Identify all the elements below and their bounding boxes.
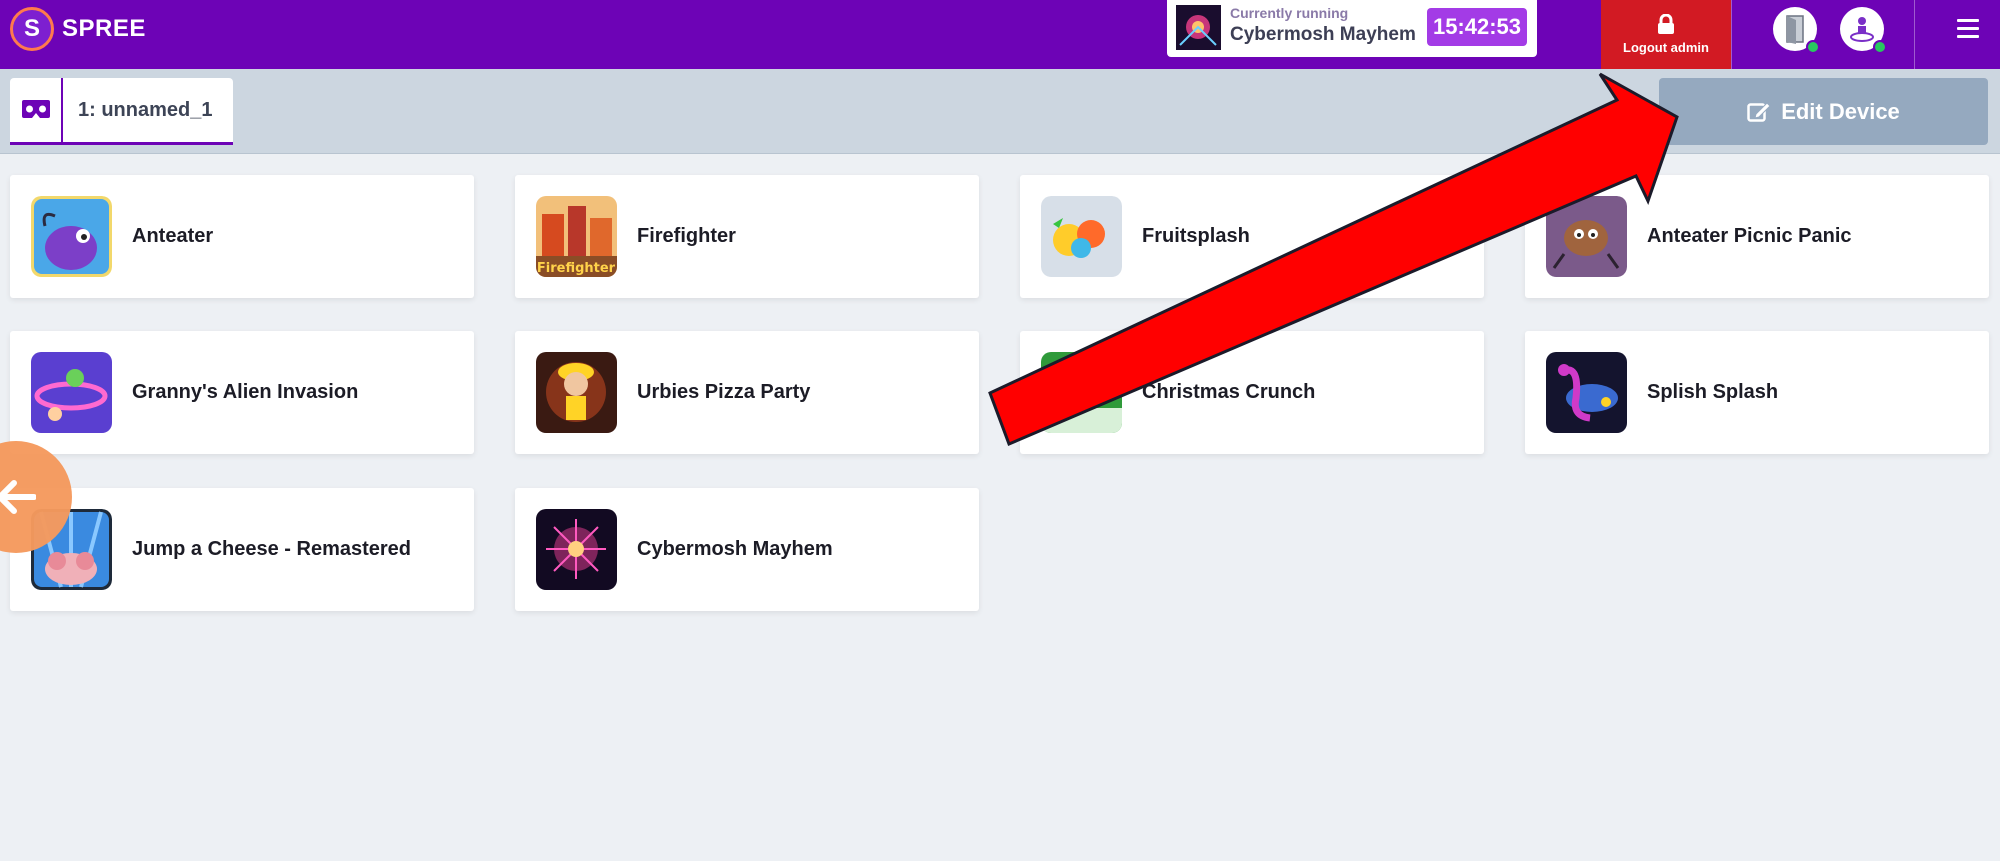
- top-bar: S SPREE Currently running Cybermosh Mayh…: [0, 0, 2000, 69]
- game-card-fruitsplash[interactable]: Fruitsplash: [1020, 175, 1484, 298]
- edit-device-label: Edit Device: [1781, 98, 1900, 124]
- game-thumbnail: [536, 352, 617, 433]
- now-running-game: Cybermosh Mayhem: [1230, 24, 1416, 45]
- brand-name: SPREE: [62, 15, 146, 42]
- now-running-label: Currently running: [1230, 5, 1349, 21]
- edit-icon: [1747, 101, 1771, 122]
- game-card-grannys-alien-invasion[interactable]: Granny's Alien Invasion: [10, 331, 474, 454]
- game-title: Christmas Crunch: [1142, 381, 1316, 403]
- game-thumbnail: [1041, 352, 1122, 433]
- game-title: Cybermosh Mayhem: [637, 538, 833, 560]
- lock-icon: [1658, 14, 1674, 34]
- device-bar: 1: unnamed_1 Edit Device: [0, 69, 2000, 154]
- game-title: Anteater Picnic Panic: [1647, 225, 1852, 247]
- game-card-firefighter[interactable]: Firefighter Firefighter: [515, 175, 979, 298]
- svg-text:Firefighter: Firefighter: [537, 261, 616, 276]
- game-title: Granny's Alien Invasion: [132, 381, 359, 403]
- game-thumbnail: Firefighter: [536, 196, 617, 277]
- logout-label: Logout admin: [1623, 40, 1709, 55]
- logo-badge: S: [10, 7, 54, 51]
- game-title: Anteater: [132, 225, 214, 247]
- game-card-splish-splash[interactable]: Splish Splash: [1525, 331, 1989, 454]
- game-title: Firefighter: [637, 225, 736, 247]
- game-thumbnail: [1041, 196, 1122, 277]
- menu-icon[interactable]: [1950, 10, 1986, 46]
- user-on-platform-icon: [1850, 17, 1874, 42]
- session-timer: 15:42:53: [1427, 8, 1527, 46]
- online-indicator: [1806, 40, 1820, 54]
- game-card-cybermosh-mayhem[interactable]: Cybermosh Mayhem: [515, 488, 979, 611]
- game-card-jump-a-cheese-remastered[interactable]: Jump a Cheese - Remastered: [10, 488, 474, 611]
- spree-logo[interactable]: S SPREE: [10, 7, 146, 51]
- game-card-christmas-crunch[interactable]: Christmas Crunch: [1020, 331, 1484, 454]
- game-thumbnail: [536, 509, 617, 590]
- game-title: Splish Splash: [1647, 381, 1779, 403]
- game-title: Fruitsplash: [1142, 225, 1250, 247]
- now-running-thumbnail: [1176, 5, 1221, 50]
- door-icon: [1786, 15, 1804, 44]
- game-card-urbies-pizza-party[interactable]: Urbies Pizza Party: [515, 331, 979, 454]
- game-title: Urbies Pizza Party: [637, 381, 811, 403]
- user-status-icon[interactable]: [1840, 7, 1887, 54]
- device-tab-label: 1: unnamed_1: [78, 98, 213, 121]
- device-status-icon[interactable]: [1773, 7, 1820, 54]
- divider: [1914, 0, 1915, 69]
- game-title: Jump a Cheese - Remastered: [132, 538, 412, 560]
- online-indicator: [1873, 40, 1887, 54]
- game-thumbnail: [1546, 196, 1627, 277]
- logout-button[interactable]: Logout admin: [1601, 0, 1731, 69]
- game-thumbnail: [31, 196, 112, 277]
- game-card-anteater[interactable]: Anteater: [10, 175, 474, 298]
- game-thumbnail: [31, 352, 112, 433]
- vr-headset-icon: [10, 78, 63, 142]
- edit-device-button[interactable]: Edit Device: [1659, 78, 1988, 145]
- game-thumbnail: [1546, 352, 1627, 433]
- divider: [1731, 0, 1732, 69]
- arrow-left-icon: [0, 480, 36, 514]
- device-tab[interactable]: 1: unnamed_1: [10, 78, 233, 145]
- now-running-panel[interactable]: Currently running Cybermosh Mayhem 15:42…: [1167, 0, 1537, 57]
- game-card-anteater-picnic-panic[interactable]: Anteater Picnic Panic: [1525, 175, 1989, 298]
